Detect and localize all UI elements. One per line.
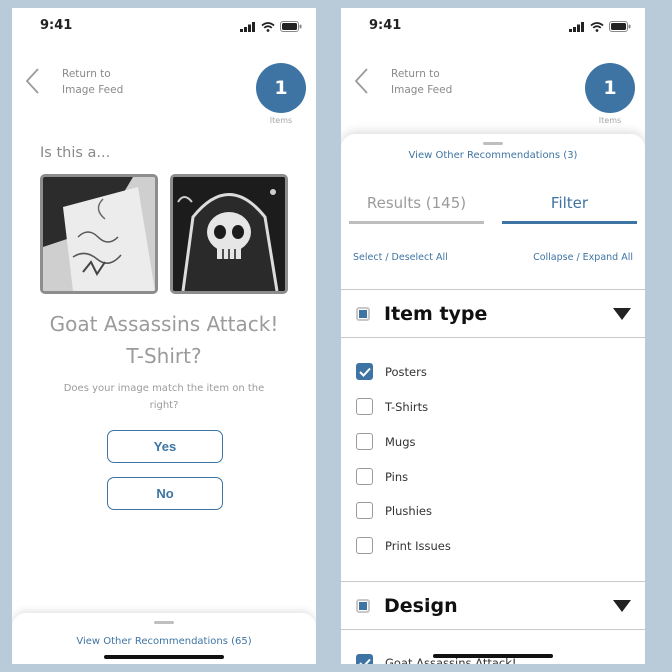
filter-sheet: View Other Recommendations (3) Results (…	[341, 134, 645, 664]
wifi-icon	[261, 21, 275, 32]
tab-filter[interactable]: Filter	[502, 190, 637, 224]
option-label: Posters	[385, 364, 427, 379]
checkbox[interactable]	[356, 537, 373, 554]
return-button[interactable]: Return to Image Feed	[24, 66, 142, 98]
tab-results[interactable]: Results (145)	[349, 190, 484, 224]
section-title: Design	[384, 594, 458, 617]
yes-button[interactable]: Yes	[107, 430, 223, 463]
match-question-heading: Is this a...	[40, 145, 111, 161]
section-title: Item type	[384, 302, 488, 325]
option-label: T-Shirts	[385, 399, 429, 414]
collapse-expand-all-link[interactable]: Collapse / Expand All	[533, 252, 633, 263]
return-label: Return to Image Feed	[391, 68, 453, 96]
checkbox[interactable]	[356, 502, 373, 519]
item-count-badge: 1	[256, 63, 306, 113]
home-indicator	[433, 654, 553, 658]
section-header-item-type[interactable]: Item type	[341, 289, 645, 338]
option-label: Pins	[385, 469, 409, 484]
battery-icon	[280, 21, 302, 32]
item-count-badge: 1	[585, 63, 635, 113]
signal-icon	[240, 21, 255, 32]
status-bar: 9:41	[12, 8, 316, 48]
checkbox[interactable]	[356, 654, 373, 664]
checkbox[interactable]	[356, 433, 373, 450]
view-other-recommendations-link[interactable]: View Other Recommendations (3)	[341, 150, 645, 161]
status-bar: 9:41	[341, 8, 645, 48]
filter-option-posters[interactable]: Posters	[356, 363, 427, 380]
view-other-recommendations-link[interactable]: View Other Recommendations (65)	[12, 636, 316, 647]
signal-icon	[569, 21, 584, 32]
product-title: Goat Assassins Attack! T-Shirt?	[49, 312, 279, 368]
uploaded-image-thumbnail	[40, 174, 158, 294]
recommendations-sheet[interactable]: View Other Recommendations (65)	[12, 613, 316, 664]
item-count-label: Items	[598, 116, 622, 125]
checkmark-icon	[358, 367, 371, 377]
option-label: Plushies	[385, 503, 432, 518]
match-prompt: Does your image match the item on the ri…	[63, 383, 265, 411]
phone-screen-confirm-match: 9:41 Return to Image Feed 1 Items Is thi…	[12, 8, 316, 664]
return-label: Return to Image Feed	[62, 68, 124, 96]
option-label: Print Issues	[385, 538, 451, 553]
home-indicator	[104, 655, 224, 659]
select-deselect-all-link[interactable]: Select / Deselect All	[353, 252, 448, 263]
recommended-item-thumbnail	[170, 174, 288, 294]
chevron-left-icon	[25, 68, 39, 94]
filter-option-print-issues[interactable]: Print Issues	[356, 537, 451, 554]
section-checkbox[interactable]	[356, 598, 370, 613]
sheet-handle[interactable]	[154, 621, 174, 624]
battery-icon	[609, 21, 631, 32]
section-checkbox[interactable]	[356, 306, 370, 321]
option-label: Mugs	[385, 434, 416, 449]
wifi-icon	[590, 21, 604, 32]
checkmark-icon	[358, 658, 371, 664]
caret-down-icon[interactable]	[613, 600, 631, 612]
status-time: 9:41	[40, 18, 73, 33]
return-button[interactable]: Return to Image Feed	[353, 66, 471, 98]
checkbox[interactable]	[356, 468, 373, 485]
status-time: 9:41	[369, 18, 402, 33]
caret-down-icon[interactable]	[613, 308, 631, 320]
phone-screen-filter: 9:41 Return to Image Feed 1 Items View O…	[341, 8, 645, 664]
sheet-handle[interactable]	[483, 142, 503, 145]
no-button[interactable]: No	[107, 477, 223, 510]
chevron-left-icon	[354, 68, 368, 94]
section-header-design[interactable]: Design	[341, 581, 645, 630]
filter-option-mugs[interactable]: Mugs	[356, 433, 416, 450]
filter-option-plushies[interactable]: Plushies	[356, 502, 432, 519]
checkbox[interactable]	[356, 363, 373, 380]
checkbox[interactable]	[356, 398, 373, 415]
item-count-label: Items	[269, 116, 293, 125]
results-filter-tabs: Results (145) Filter	[349, 190, 637, 224]
filter-option-pins[interactable]: Pins	[356, 468, 408, 485]
filter-option-t-shirts[interactable]: T-Shirts	[356, 398, 428, 415]
